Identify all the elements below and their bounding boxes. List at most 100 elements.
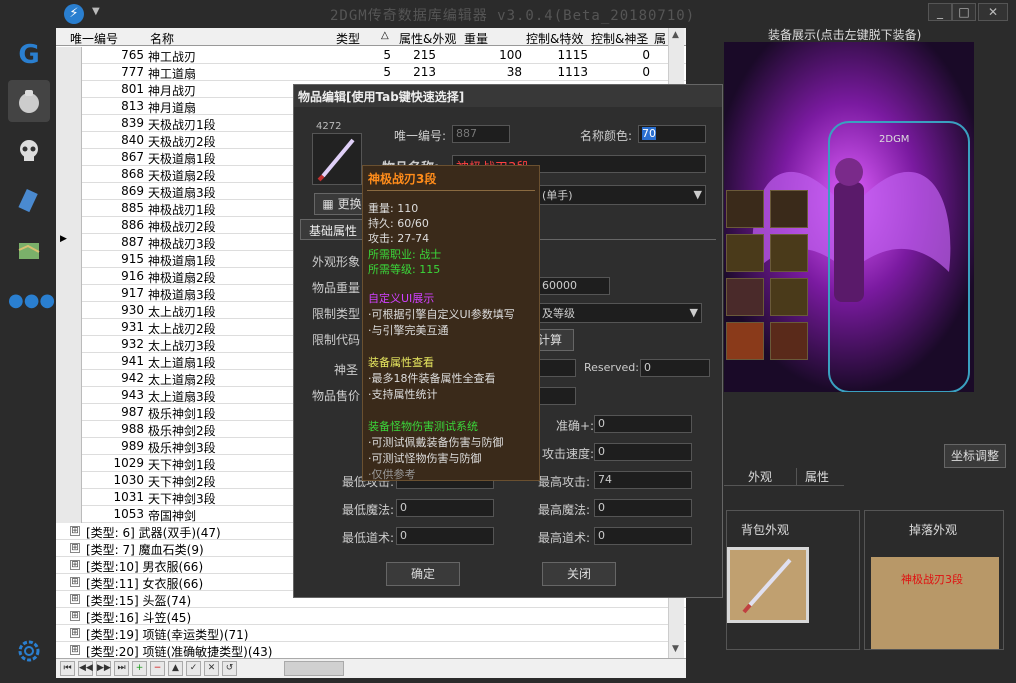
chevron-down-icon[interactable]: ▼ xyxy=(92,6,100,17)
nav-button[interactable]: ✕ xyxy=(204,661,219,676)
row-selector[interactable] xyxy=(56,472,82,489)
expand-icon[interactable]: ⊞ xyxy=(70,560,80,570)
row-selector[interactable] xyxy=(56,336,82,353)
row-selector[interactable] xyxy=(56,370,82,387)
row-selector[interactable] xyxy=(56,489,82,506)
brand-logo-icon[interactable]: G xyxy=(8,34,50,76)
maximize-button[interactable]: □ xyxy=(952,3,976,21)
color-input[interactable]: 70 xyxy=(638,125,706,143)
attack-speed-input[interactable]: 0 xyxy=(594,443,692,461)
hand-select[interactable]: (单手) ▼ xyxy=(538,185,706,205)
expand-icon[interactable]: ⊞ xyxy=(70,526,80,536)
col-header-ctrl[interactable]: 控制&特效 xyxy=(526,30,583,47)
app-logo-icon[interactable]: ⚡ xyxy=(64,4,84,24)
expand-icon[interactable]: ⊞ xyxy=(70,577,80,587)
col-header-name[interactable]: 名称 xyxy=(150,30,174,47)
group-row[interactable]: ⊞ [类型:19] 项链(幸运类型)(71) xyxy=(56,625,686,642)
equip-slot[interactable] xyxy=(726,190,764,228)
tab-look[interactable]: 外观 xyxy=(748,468,772,485)
sort-icon[interactable]: △ xyxy=(381,30,389,41)
close-button[interactable]: ✕ xyxy=(978,3,1008,21)
chevron-down-icon[interactable]: ▼ xyxy=(690,306,698,319)
horizontal-scrollbar[interactable] xyxy=(284,661,344,676)
reserved-input[interactable]: 0 xyxy=(640,359,710,377)
group-row[interactable]: ⊞ [类型:16] 斗笠(45) xyxy=(56,608,686,625)
row-selector[interactable] xyxy=(56,166,82,183)
row-selector[interactable] xyxy=(56,81,82,98)
row-selector[interactable] xyxy=(56,47,82,64)
settings-icon[interactable] xyxy=(8,630,50,672)
row-selector[interactable] xyxy=(56,285,82,302)
max-tao-input[interactable]: 0 xyxy=(594,527,692,545)
chevron-down-icon[interactable]: ▼ xyxy=(694,188,702,201)
expand-icon[interactable]: ⊞ xyxy=(70,543,80,553)
nav-button[interactable]: ✓ xyxy=(186,661,201,676)
nav-button[interactable]: ⏭ xyxy=(114,661,129,676)
row-selector[interactable] xyxy=(56,421,82,438)
row-selector[interactable] xyxy=(56,183,82,200)
accuracy-input[interactable]: 0 xyxy=(594,415,692,433)
row-selector[interactable] xyxy=(56,251,82,268)
row-selector[interactable] xyxy=(56,506,82,523)
tab-basic[interactable]: 基础属性 xyxy=(300,219,368,239)
max-magic-input[interactable]: 0 xyxy=(594,499,692,517)
row-selector[interactable] xyxy=(56,132,82,149)
equip-slot[interactable] xyxy=(770,190,808,228)
more-icon[interactable]: ●●● xyxy=(8,280,55,322)
dialog-close-button[interactable]: 关闭 xyxy=(542,562,616,586)
min-tao-input[interactable]: 0 xyxy=(396,527,494,545)
expand-icon[interactable]: ⊞ xyxy=(70,594,80,604)
skull-icon[interactable] xyxy=(8,130,50,172)
row-selector[interactable] xyxy=(56,353,82,370)
weight-input[interactable]: 60000 xyxy=(538,277,610,295)
table-row[interactable]: 777 神工道扇 5 213 38 1113 0 xyxy=(56,64,686,81)
nav-button[interactable]: ▲ xyxy=(168,661,183,676)
row-selector[interactable] xyxy=(56,98,82,115)
col-header-weight[interactable]: 重量 xyxy=(464,30,488,47)
nav-button[interactable]: ⏮ xyxy=(60,661,75,676)
nav-button[interactable]: ◀◀ xyxy=(78,661,93,676)
nav-button[interactable]: + xyxy=(132,661,147,676)
col-header-holy[interactable]: 控制&神圣 xyxy=(591,30,648,47)
max-attack-input[interactable]: 74 xyxy=(594,471,692,489)
id-input[interactable]: 887 xyxy=(452,125,510,143)
equip-slot[interactable] xyxy=(770,322,808,360)
row-selector[interactable] xyxy=(56,268,82,285)
row-selector[interactable]: ▶ xyxy=(56,234,82,251)
expand-icon[interactable]: ⊞ xyxy=(70,628,80,638)
row-selector[interactable] xyxy=(56,200,82,217)
col-header-more[interactable]: 属 xyxy=(654,30,666,47)
scroll-icon[interactable] xyxy=(8,180,50,222)
price-input[interactable] xyxy=(538,387,576,405)
row-selector[interactable] xyxy=(56,404,82,421)
col-header-look[interactable]: 属性&外观 xyxy=(399,30,456,47)
tab-attr[interactable]: 属性 xyxy=(796,468,829,485)
minimize-button[interactable]: _ xyxy=(928,3,952,21)
row-selector[interactable] xyxy=(56,319,82,336)
holy-input[interactable] xyxy=(538,359,576,377)
table-row[interactable]: 765 神工战刃 5 215 100 1115 0 xyxy=(56,47,686,64)
row-selector[interactable] xyxy=(56,438,82,455)
nav-button[interactable]: − xyxy=(150,661,165,676)
row-selector[interactable] xyxy=(56,302,82,319)
nav-button[interactable]: ↺ xyxy=(222,661,237,676)
equip-slot[interactable] xyxy=(726,234,764,272)
scroll-down-icon[interactable]: ▼ xyxy=(672,644,679,654)
expand-icon[interactable]: ⊞ xyxy=(70,611,80,621)
col-header-id[interactable]: 唯一编号 xyxy=(70,30,118,47)
row-selector[interactable] xyxy=(56,455,82,472)
ok-button[interactable]: 确定 xyxy=(386,562,460,586)
scroll-up-icon[interactable]: ▲ xyxy=(672,30,679,40)
row-selector[interactable] xyxy=(56,64,82,81)
group-row[interactable]: ⊞ [类型:20] 项链(准确敏捷类型)(43) xyxy=(56,642,686,659)
map-icon[interactable] xyxy=(8,230,50,272)
equip-slot[interactable] xyxy=(770,234,808,272)
expand-icon[interactable]: ⊞ xyxy=(70,645,80,655)
coord-adjust-button[interactable]: 坐标调整 xyxy=(944,444,1006,468)
row-selector[interactable] xyxy=(56,387,82,404)
limit-type-select[interactable]: 及等级 ▼ xyxy=(538,303,702,323)
col-header-type[interactable]: 类型 xyxy=(336,30,360,47)
row-selector[interactable] xyxy=(56,115,82,132)
equip-slot[interactable] xyxy=(726,278,764,316)
row-selector[interactable] xyxy=(56,217,82,234)
